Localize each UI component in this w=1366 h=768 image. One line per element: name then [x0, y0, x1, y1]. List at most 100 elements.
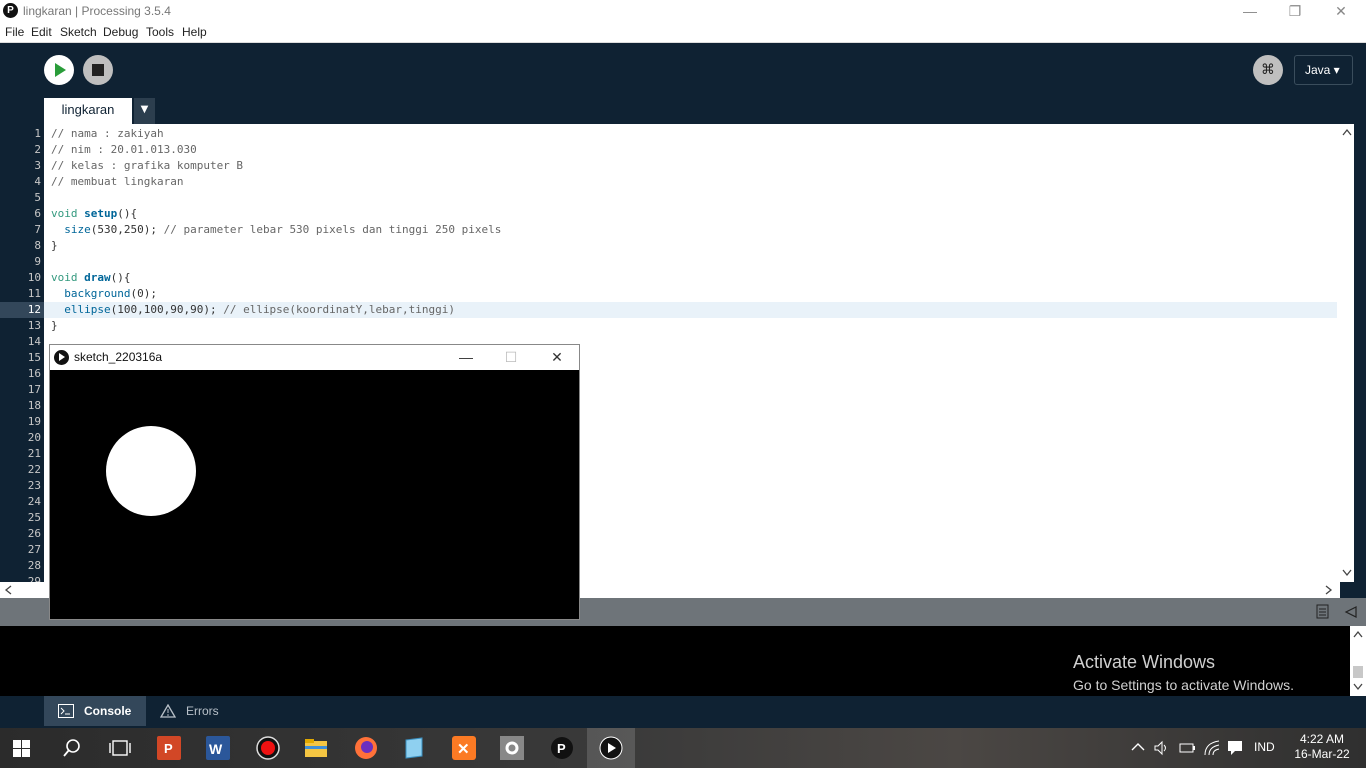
code-line-10: void draw(){	[51, 270, 131, 286]
firefox-icon[interactable]	[354, 736, 378, 760]
line-number: 14	[27, 335, 41, 348]
tab-menu-button[interactable]: ▼	[134, 98, 155, 124]
active-sketch-task[interactable]	[587, 728, 635, 768]
code-text: (100,100,90,90);	[110, 303, 224, 316]
function-name: draw	[84, 271, 111, 284]
code-line-7: size(530,250); // parameter lebar 530 pi…	[51, 222, 501, 238]
volume-icon[interactable]	[1153, 740, 1169, 756]
title-bar: P lingkaran | Processing 3.5.4 — ❐ ✕	[0, 0, 1366, 23]
mode-selector[interactable]: Java ▾	[1294, 55, 1353, 85]
sketch-minimize-button[interactable]: —	[451, 347, 481, 367]
code-text: (){	[110, 271, 131, 284]
language-indicator[interactable]: IND	[1254, 740, 1275, 754]
restore-button[interactable]: ❐	[1272, 0, 1318, 23]
warning-icon	[160, 704, 176, 718]
keyword: void	[51, 271, 85, 284]
chevron-up-icon[interactable]	[1131, 742, 1145, 752]
function-call: ellipse	[64, 303, 111, 316]
line-number: 9	[34, 255, 41, 268]
line-number: 17	[27, 383, 41, 396]
stop-icon	[92, 64, 104, 76]
minimize-button[interactable]: —	[1227, 0, 1273, 23]
tab-errors[interactable]: Errors	[150, 696, 230, 726]
svg-text:W: W	[209, 741, 223, 757]
menu-sketch[interactable]: Sketch	[60, 25, 97, 39]
function-call: size	[64, 223, 91, 236]
code-text: (0);	[130, 287, 157, 300]
menu-debug[interactable]: Debug	[103, 25, 138, 39]
line-number: 10	[27, 271, 41, 284]
sketch-close-button[interactable]: ✕	[542, 347, 572, 367]
activate-windows-watermark: Activate Windows Go to Settings to activ…	[1073, 652, 1294, 693]
stop-button[interactable]	[83, 55, 113, 85]
code-line-6: void setup(){	[51, 206, 137, 222]
windows-start-icon[interactable]	[13, 740, 37, 764]
menu-tools[interactable]: Tools	[146, 25, 174, 39]
code-line-1: // nama : zakiyah	[51, 127, 164, 140]
sketch-title-bar: sketch_220316a — ☐ ✕	[50, 345, 579, 370]
console-scrollbar[interactable]	[1350, 626, 1366, 696]
search-icon[interactable]	[62, 738, 86, 762]
processing-taskbar-icon[interactable]: P	[550, 736, 574, 760]
word-icon[interactable]: W	[206, 736, 230, 760]
settings-icon[interactable]	[500, 736, 524, 760]
watermark-subtitle: Go to Settings to activate Windows.	[1073, 677, 1294, 693]
play-icon	[55, 63, 66, 77]
line-number: 27	[27, 543, 41, 556]
line-number: 11	[27, 287, 41, 300]
code-line-11: background(0);	[51, 286, 157, 302]
editor-vertical-scrollbar[interactable]	[1340, 124, 1354, 582]
notepad-icon[interactable]	[402, 736, 426, 760]
sketch-run-taskbar-icon	[599, 736, 623, 760]
sketch-play-icon	[54, 350, 69, 365]
code-line-12: ellipse(100,100,90,90); // ellipse(koord…	[51, 302, 455, 318]
line-number: 19	[27, 415, 41, 428]
battery-icon[interactable]	[1178, 740, 1196, 756]
sketch-window[interactable]: sketch_220316a — ☐ ✕	[49, 344, 580, 620]
menu-bar: File Edit Sketch Debug Tools Help	[0, 23, 1366, 43]
line-number: 21	[27, 447, 41, 460]
svg-text:✕: ✕	[457, 741, 470, 758]
powerpoint-icon[interactable]: P	[157, 736, 181, 760]
debug-button[interactable]: ⌘	[1253, 55, 1283, 85]
menu-edit[interactable]: Edit	[31, 25, 52, 39]
tab-bar: lingkaran ▼	[0, 98, 1366, 124]
tab-console[interactable]: Console	[44, 696, 146, 726]
line-number: 16	[27, 367, 41, 380]
collapse-console-icon[interactable]	[1344, 606, 1358, 618]
watermark-title: Activate Windows	[1073, 652, 1216, 672]
wifi-icon[interactable]	[1203, 739, 1221, 757]
svg-text:P: P	[557, 741, 566, 756]
menu-help[interactable]: Help	[182, 25, 207, 39]
code-comment: // ellipse(koordinatY,lebar,tinggi)	[223, 303, 455, 316]
code-line-13: }	[51, 319, 58, 332]
code-text: (530,250);	[90, 223, 164, 236]
notification-icon[interactable]	[1227, 740, 1243, 756]
xampp-icon[interactable]: ✕	[452, 736, 476, 760]
line-number: 1	[34, 127, 41, 140]
debug-icon: ⌘	[1261, 62, 1275, 78]
file-explorer-icon[interactable]	[304, 736, 328, 760]
tab-lingkaran[interactable]: lingkaran	[44, 98, 132, 124]
menu-file[interactable]: File	[5, 25, 24, 39]
run-button[interactable]	[44, 55, 74, 85]
clock[interactable]: 4:22 AM 16-Mar-22	[1290, 732, 1354, 762]
line-number: 18	[27, 399, 41, 412]
close-button[interactable]: ✕	[1318, 0, 1364, 23]
task-view-icon[interactable]	[109, 738, 133, 762]
clipboard-icon[interactable]	[1316, 604, 1330, 620]
line-number: 6	[34, 207, 41, 220]
drawn-circle	[106, 426, 196, 516]
record-icon[interactable]	[256, 736, 280, 760]
line-number: 12	[27, 303, 41, 316]
sketch-canvas[interactable]	[50, 370, 579, 619]
line-number: 3	[34, 159, 41, 172]
keyword: void	[51, 207, 85, 220]
sketch-maximize-button[interactable]: ☐	[496, 347, 526, 367]
scroll-arrows-icon	[1342, 128, 1352, 577]
taskbar: P W ✕ P IND 4:22 AM 16-Mar-22	[0, 728, 1366, 768]
code-comment: // parameter lebar 530 pixels dan tinggi…	[163, 223, 502, 236]
